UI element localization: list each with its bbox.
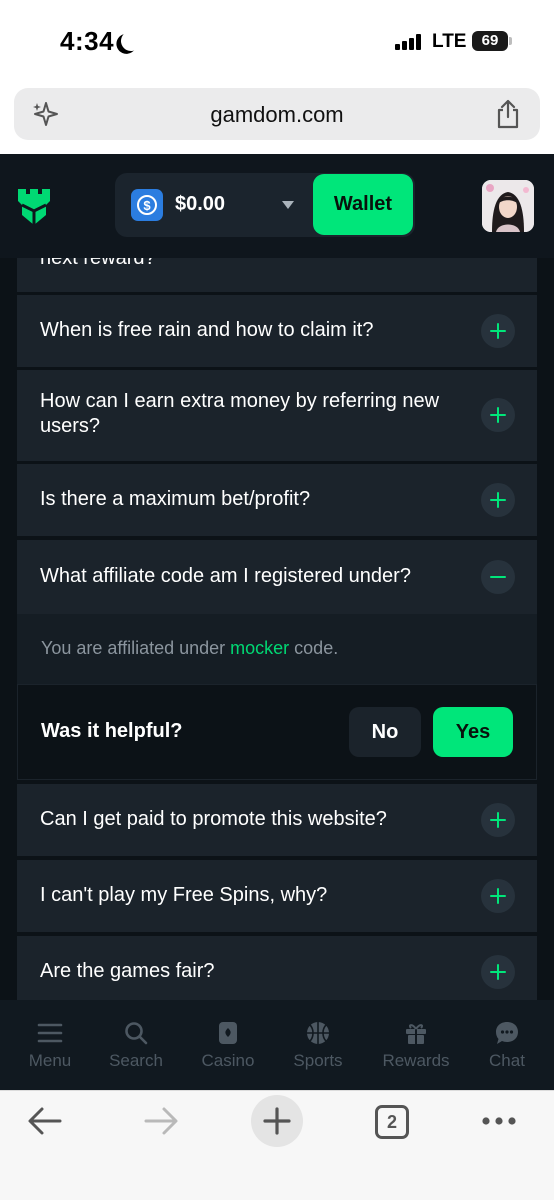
nav-label: Sports xyxy=(293,1051,343,1070)
signal-icon xyxy=(395,34,423,50)
browser-address-area: gamdom.com xyxy=(0,80,554,154)
share-icon[interactable] xyxy=(494,99,522,129)
nav-menu[interactable]: Menu xyxy=(5,1020,95,1071)
faq-item-partial[interactable]: next reward? xyxy=(17,258,537,292)
faq-item[interactable]: Can I get paid to promote this website? xyxy=(17,784,537,856)
network-label: LTE xyxy=(432,31,467,52)
battery-icon: 69 xyxy=(472,31,512,51)
faq-item[interactable]: When is free rain and how to claim it? xyxy=(17,295,537,367)
nav-label: Menu xyxy=(28,1051,72,1070)
browser-toolbar: 2 xyxy=(0,1090,554,1200)
affiliate-code: mocker xyxy=(230,638,290,658)
answer-suffix: code. xyxy=(289,638,339,658)
chat-icon xyxy=(496,1022,518,1044)
balance-selector[interactable]: $ $0.00 Wallet xyxy=(115,173,415,237)
faq-question: What affiliate code am I registered unde… xyxy=(40,565,411,587)
cards-icon xyxy=(219,1022,237,1044)
plus-icon[interactable] xyxy=(481,955,515,989)
chevron-down-icon[interactable] xyxy=(282,201,294,209)
avatar[interactable] xyxy=(482,180,534,232)
plus-icon[interactable] xyxy=(481,314,515,348)
more-icon[interactable] xyxy=(480,1113,518,1129)
nav-casino[interactable]: Casino xyxy=(183,1020,273,1071)
faq-question: Are the games fair? xyxy=(40,960,215,982)
forward-arrow-icon[interactable] xyxy=(142,1105,180,1137)
nav-label: Casino xyxy=(201,1051,255,1070)
faq-question: I can't play my Free Spins, why? xyxy=(40,884,328,906)
no-button[interactable]: No xyxy=(349,707,421,757)
basketball-icon xyxy=(307,1022,329,1044)
balance-amount: $0.00 xyxy=(175,193,226,215)
faq-list: next reward? When is free rain and how t… xyxy=(0,258,554,1010)
status-time: 4:34 xyxy=(60,26,115,56)
back-arrow-icon[interactable] xyxy=(26,1105,64,1137)
nav-label: Search xyxy=(109,1051,163,1070)
usdc-currency-icon: $ xyxy=(131,189,163,221)
castle-logo-icon[interactable] xyxy=(16,185,52,227)
nav-sports[interactable]: Sports xyxy=(273,1020,363,1071)
plus-icon[interactable] xyxy=(481,879,515,913)
helpful-label: Was it helpful? xyxy=(41,720,183,742)
faq-question: next reward? xyxy=(40,258,156,269)
nav-label: Rewards xyxy=(382,1051,450,1070)
nav-chat[interactable]: Chat xyxy=(462,1020,552,1071)
new-tab-button[interactable] xyxy=(251,1095,303,1147)
faq-item[interactable]: Are the games fair? xyxy=(17,936,537,1008)
app-header: $ $0.00 Wallet xyxy=(0,154,554,258)
faq-question: When is free rain and how to claim it? xyxy=(40,319,374,341)
faq-item[interactable]: How can I earn extra money by referring … xyxy=(17,370,537,461)
yes-button[interactable]: Yes xyxy=(433,707,513,757)
faq-answer: You are affiliated under mocker code. xyxy=(17,614,537,684)
plus-icon[interactable] xyxy=(481,803,515,837)
plus-icon[interactable] xyxy=(481,398,515,432)
answer-prefix: You are affiliated under xyxy=(41,638,231,658)
faq-question: How can I earn extra money by referring … xyxy=(40,390,440,437)
plus-icon xyxy=(263,1107,291,1135)
svg-text:$: $ xyxy=(143,198,151,213)
nav-rewards[interactable]: Rewards xyxy=(371,1020,461,1071)
moon-icon xyxy=(119,29,142,52)
minus-icon[interactable] xyxy=(481,560,515,594)
wallet-button[interactable]: Wallet xyxy=(313,174,413,235)
status-bar: 4:34 LTE 69 xyxy=(0,0,554,80)
faq-item[interactable]: Is there a maximum bet/profit? xyxy=(17,464,537,536)
answer-text: You are affiliated under mocker code. xyxy=(41,638,338,659)
faq-item-expanded[interactable]: What affiliate code am I registered unde… xyxy=(17,540,537,614)
faq-question: Is there a maximum bet/profit? xyxy=(40,488,311,510)
nav-search[interactable]: Search xyxy=(91,1020,181,1071)
tabs-button[interactable]: 2 xyxy=(375,1105,409,1139)
url-text[interactable]: gamdom.com xyxy=(14,102,540,128)
nav-label: Chat xyxy=(489,1051,525,1070)
menu-icon xyxy=(37,1023,63,1043)
gift-icon xyxy=(406,1024,426,1044)
feedback-panel: Was it helpful? No Yes xyxy=(17,684,537,780)
faq-item[interactable]: I can't play my Free Spins, why? xyxy=(17,860,537,932)
faq-question: Can I get paid to promote this website? xyxy=(40,808,387,830)
plus-icon[interactable] xyxy=(481,483,515,517)
search-icon xyxy=(125,1022,148,1045)
bottom-nav: Menu Search Casino Sports Rewards Chat xyxy=(0,1000,554,1090)
address-bar[interactable]: gamdom.com xyxy=(14,88,540,140)
